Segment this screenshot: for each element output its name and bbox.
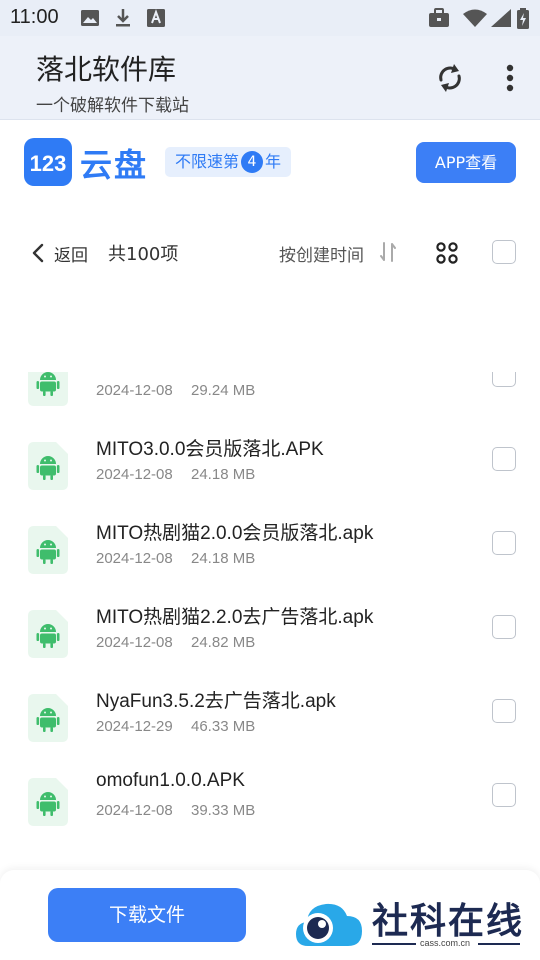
file-row[interactable]: NyaFun3.5.2去广告落北.apk 2024-12-29 46.33 MB <box>0 668 540 752</box>
file-size: 24.18 MB <box>191 550 256 567</box>
android-apk-icon <box>28 610 68 658</box>
grid-view-icon[interactable] <box>436 242 458 264</box>
android-apk-icon <box>28 526 68 574</box>
file-date: 2024-12-29 <box>96 718 173 735</box>
watermark-divider <box>372 943 416 945</box>
cloud-eye-logo-icon <box>296 903 362 946</box>
file-size: 24.82 MB <box>191 634 256 651</box>
file-row[interactable]: MITO3.0.0会员版落北.APK 2024-12-08 24.18 MB <box>0 416 540 500</box>
file-list: 2024-12-08 29.24 MB MITO3.0.0会员版落北.APK 2… <box>0 372 540 872</box>
file-checkbox[interactable] <box>492 531 516 555</box>
image-icon <box>81 10 99 26</box>
file-size: 46.33 MB <box>191 718 256 735</box>
back-button[interactable]: 返回 <box>54 241 88 266</box>
sort-icon[interactable] <box>378 241 398 263</box>
file-date: 2024-12-08 <box>96 550 173 567</box>
file-date: 2024-12-08 <box>96 634 173 651</box>
file-row[interactable]: MITO热剧猫2.0.0会员版落北.apk 2024-12-08 24.18 M… <box>0 500 540 584</box>
file-row[interactable]: omofun1.0.0.APK 2024-12-08 39.33 MB <box>0 752 540 836</box>
app-view-button[interactable]: APP查看 <box>416 142 516 183</box>
android-apk-icon <box>28 442 68 490</box>
brand-name: 云盘 <box>80 146 149 184</box>
back-arrow-icon[interactable] <box>30 242 46 264</box>
more-vert-icon[interactable] <box>496 62 524 94</box>
select-all-checkbox[interactable] <box>492 240 516 264</box>
status-time: 11:00 <box>10 6 59 28</box>
app-header: 落北软件库 一个破解软件下载站 <box>0 36 540 120</box>
file-name: NyaFun3.5.2去广告落北.apk <box>96 691 336 712</box>
page-subtitle: 一个破解软件下载站 <box>36 96 189 116</box>
file-toolbar: 返回 共100项 按创建时间 <box>0 226 540 278</box>
file-name: MITO热剧猫2.0.0会员版落北.apk <box>96 523 374 544</box>
download-file-button[interactable]: 下载文件 <box>48 888 246 942</box>
watermark-divider <box>478 943 520 945</box>
wifi-icon <box>463 9 487 27</box>
signal-icon <box>491 9 511 27</box>
file-checkbox[interactable] <box>492 699 516 723</box>
file-name: MITO3.0.0会员版落北.APK <box>96 439 324 460</box>
file-date: 2024-12-08 <box>96 382 173 399</box>
item-count: 共100项 <box>108 244 179 265</box>
file-size: 24.18 MB <box>191 466 256 483</box>
file-checkbox[interactable] <box>492 783 516 807</box>
file-checkbox[interactable] <box>492 372 516 387</box>
badge-suffix: 年 <box>265 152 282 171</box>
bottom-bar: 下载文件 社科在线 cass.com.cn <box>0 870 540 960</box>
sort-button[interactable]: 按创建时间 <box>279 241 364 266</box>
briefcase-icon <box>429 8 449 27</box>
brand-logo-text: 123 <box>30 151 67 176</box>
download-icon <box>116 9 130 27</box>
file-checkbox[interactable] <box>492 447 516 471</box>
page-title: 落北软件库 <box>36 53 177 86</box>
file-size: 39.33 MB <box>191 802 256 819</box>
a-icon <box>147 9 165 27</box>
file-checkbox[interactable] <box>492 615 516 639</box>
file-row[interactable]: MITO热剧猫2.2.0去广告落北.apk 2024-12-08 24.82 M… <box>0 584 540 668</box>
file-name: omofun1.0.0.APK <box>96 770 245 791</box>
file-row[interactable]: 2024-12-08 29.24 MB <box>0 372 540 416</box>
file-name: MITO热剧猫2.2.0去广告落北.apk <box>96 607 374 628</box>
battery-icon <box>517 8 529 29</box>
badge-prefix: 不限速第 <box>175 152 240 171</box>
brand-bar: 123 云盘 不限速第 4 年 APP查看 <box>0 120 540 204</box>
refresh-icon[interactable] <box>434 60 466 96</box>
cloud-123-logo-icon: 123 <box>24 138 72 186</box>
speed-badge: 不限速第 4 年 <box>165 147 292 177</box>
file-date: 2024-12-08 <box>96 802 173 819</box>
android-apk-icon <box>28 778 68 826</box>
android-apk-icon <box>28 372 68 406</box>
watermark-text: 社科在线 <box>372 900 525 942</box>
file-size: 29.24 MB <box>191 382 256 399</box>
file-date: 2024-12-08 <box>96 466 173 483</box>
status-bar: 11:00 <box>0 0 540 36</box>
watermark-url: cass.com.cn <box>420 938 471 948</box>
badge-number: 4 <box>241 151 264 173</box>
android-apk-icon <box>28 694 68 742</box>
